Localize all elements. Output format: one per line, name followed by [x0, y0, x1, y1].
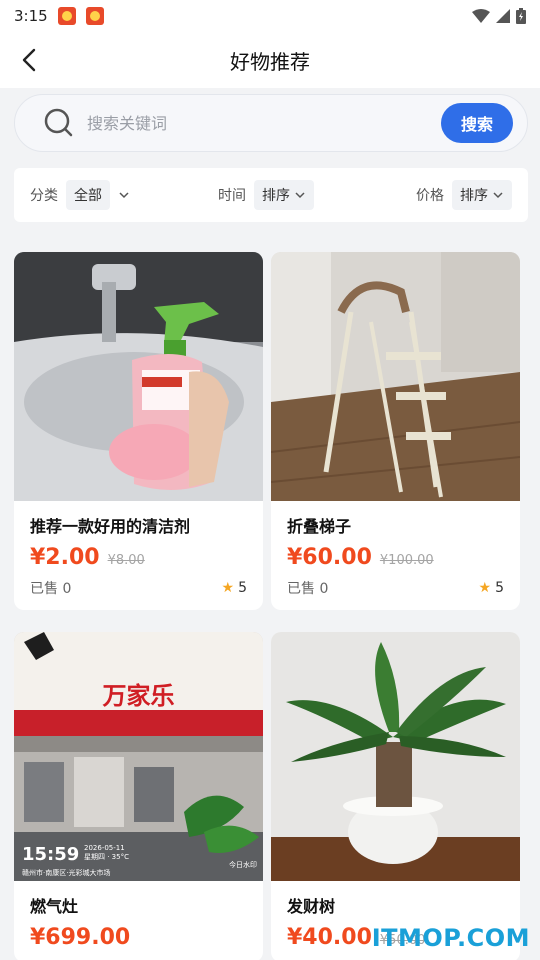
product-price: ¥40.00 [287, 925, 372, 950]
product-card[interactable]: 推荐一款好用的清洁剂 ¥2.00 ¥8.00 已售 0 ★ 5 [14, 252, 263, 610]
rating-value: 5 [238, 580, 247, 596]
product-price: ¥699.00 [30, 925, 131, 950]
price-row: ¥2.00 ¥8.00 [30, 545, 247, 570]
photo-date-info: 2026-05-11 星期四 · 35°C [84, 844, 129, 862]
product-old-price: ¥100.00 [379, 553, 434, 568]
photo-date: 2026-05-11 [84, 844, 125, 852]
price-row: ¥60.00 ¥100.00 [287, 545, 504, 570]
product-info: 折叠梯子 ¥60.00 ¥100.00 已售 0 ★ 5 [271, 501, 520, 610]
site-watermark: ITMOP.COM [371, 924, 530, 952]
rating-value: 5 [495, 580, 504, 596]
star-icon: ★ [478, 580, 492, 596]
chevron-down-icon [119, 192, 129, 199]
product-info: 燃气灶 ¥699.00 [14, 881, 263, 960]
photo-time: 15:59 [22, 844, 80, 865]
search-input[interactable] [87, 113, 417, 133]
filter-category: 分类 全部 [30, 180, 130, 210]
search-icon [43, 107, 75, 139]
filter-price-select[interactable]: 排序 [452, 180, 512, 210]
chevron-down-icon [295, 192, 305, 199]
rating: ★ 5 [222, 580, 247, 596]
product-title: 发财树 [287, 897, 336, 916]
notification-icon-2 [85, 7, 104, 25]
back-button[interactable] [14, 44, 46, 76]
product-image [271, 252, 520, 501]
star-icon: ★ [221, 580, 235, 596]
status-time: 3:15 [14, 7, 48, 25]
page-title: 好物推荐 [230, 49, 310, 74]
sold-count: 已售 0 [30, 581, 72, 597]
photo-watermark-brand: 今日水印 [229, 861, 257, 869]
filter-price: 价格 排序 [416, 180, 512, 210]
product-info: 推荐一款好用的清洁剂 ¥2.00 ¥8.00 已售 0 ★ 5 [14, 501, 263, 610]
filter-time-select[interactable]: 排序 [254, 180, 314, 210]
filter-time: 时间 排序 [218, 180, 314, 210]
product-old-price: ¥8.00 [107, 553, 145, 568]
meta-row: 已售 0 ★ 5 [287, 578, 504, 598]
sold-count: 已售 0 [287, 581, 329, 597]
product-card[interactable]: 折叠梯子 ¥60.00 ¥100.00 已售 0 ★ 5 [271, 252, 520, 610]
rating: ★ 5 [479, 580, 504, 596]
price-row: ¥699.00 [30, 925, 247, 950]
chevron-left-icon [22, 48, 36, 72]
product-price: ¥2.00 [30, 545, 100, 570]
filter-bar: 分类 全部 时间 排序 价格 排序 [14, 168, 528, 222]
product-image [14, 252, 263, 501]
battery-icon [516, 8, 526, 24]
header: 好物推荐 [0, 32, 540, 88]
product-title: 折叠梯子 [287, 517, 352, 536]
filter-price-value: 排序 [460, 188, 488, 204]
photo-location: 赣州市·南康区·光彩城大市场 [22, 869, 111, 877]
notification-icon [57, 7, 76, 25]
product-image [271, 632, 520, 881]
filter-time-value: 排序 [262, 188, 290, 204]
store-sign: 万家乐 [102, 684, 175, 710]
wifi-icon [472, 9, 490, 23]
photo-weekday: 星期四 · 35°C [84, 853, 129, 861]
product-price: ¥60.00 [287, 545, 372, 570]
product-title: 燃气灶 [30, 897, 79, 916]
filter-category-value: 全部 [74, 188, 102, 204]
filter-category-label: 分类 [30, 188, 58, 204]
product-image: 万家乐 15:59 2026-05-11 星期四 · 35°C 赣州市·南康区·… [14, 632, 263, 881]
chevron-down-icon [493, 192, 503, 199]
search-button[interactable]: 搜索 [441, 103, 513, 143]
meta-row: 已售 0 ★ 5 [30, 578, 247, 598]
filter-price-label: 价格 [416, 188, 444, 204]
status-bar: 3:15 [0, 0, 540, 32]
product-card[interactable]: 万家乐 15:59 2026-05-11 星期四 · 35°C 赣州市·南康区·… [14, 632, 263, 960]
product-card[interactable]: 发财树 ¥40.00 ¥50.00 [271, 632, 520, 960]
filter-time-label: 时间 [218, 188, 246, 204]
filter-category-select[interactable]: 全部 [66, 180, 110, 210]
status-icons [472, 8, 526, 24]
product-title: 推荐一款好用的清洁剂 [30, 517, 191, 536]
signal-icon [496, 9, 510, 23]
search-bar: 搜索 [14, 94, 528, 152]
